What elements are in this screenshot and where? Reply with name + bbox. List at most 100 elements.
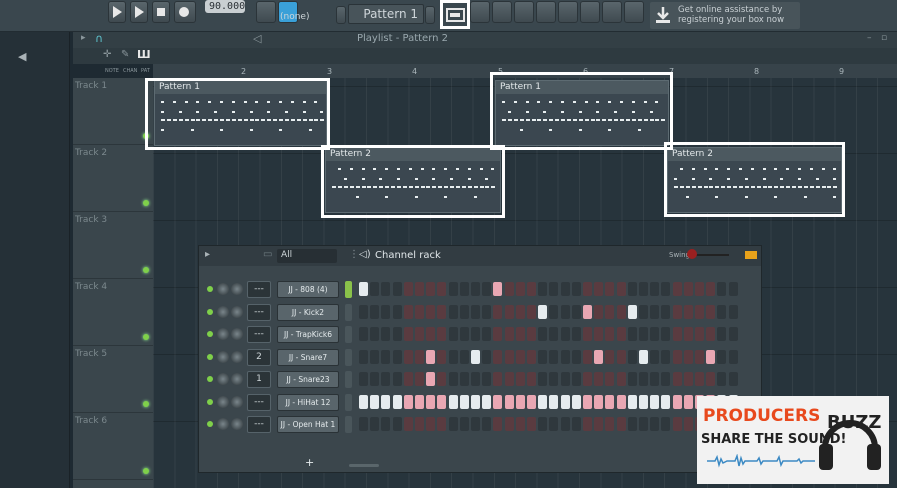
mixer-button[interactable] bbox=[514, 1, 534, 23]
step-button[interactable] bbox=[605, 394, 615, 409]
record-button[interactable] bbox=[174, 1, 196, 23]
step-button[interactable] bbox=[549, 282, 559, 296]
step-button[interactable] bbox=[560, 304, 570, 319]
step-button[interactable] bbox=[515, 349, 525, 364]
minimize-icon[interactable]: – bbox=[867, 33, 872, 43]
step-button[interactable] bbox=[359, 394, 368, 409]
step-button[interactable] bbox=[560, 372, 570, 386]
step-button[interactable] bbox=[515, 394, 525, 409]
step-button[interactable] bbox=[515, 304, 525, 319]
step-button[interactable] bbox=[616, 394, 626, 409]
mixer-track-box[interactable]: --- bbox=[247, 416, 271, 433]
volume-knob[interactable] bbox=[231, 328, 243, 340]
pan-knob[interactable] bbox=[217, 328, 229, 340]
step-button[interactable] bbox=[504, 282, 514, 296]
step-button[interactable] bbox=[728, 327, 738, 341]
step-button[interactable] bbox=[639, 282, 648, 296]
step-button[interactable] bbox=[650, 304, 660, 319]
track-mute-led[interactable] bbox=[143, 468, 149, 474]
step-button[interactable] bbox=[370, 372, 380, 386]
step-button[interactable] bbox=[538, 282, 548, 296]
step-button[interactable] bbox=[661, 417, 671, 431]
step-button[interactable] bbox=[605, 282, 615, 296]
step-button[interactable] bbox=[437, 417, 447, 431]
maximize-icon[interactable]: ▫ bbox=[881, 33, 887, 43]
step-button[interactable] bbox=[415, 349, 424, 364]
step-button[interactable] bbox=[515, 327, 525, 341]
track-mute-led[interactable] bbox=[143, 200, 149, 206]
step-button[interactable] bbox=[392, 372, 402, 386]
step-button[interactable] bbox=[571, 349, 581, 364]
step-button[interactable] bbox=[650, 282, 660, 296]
tempo-display[interactable]: 90.000 bbox=[205, 0, 245, 13]
step-button[interactable] bbox=[728, 372, 738, 386]
step-button[interactable] bbox=[650, 349, 660, 364]
step-button[interactable] bbox=[403, 327, 413, 341]
step-button[interactable] bbox=[504, 349, 514, 364]
pan-knob[interactable] bbox=[217, 395, 229, 408]
step-button[interactable] bbox=[448, 394, 458, 409]
step-button[interactable] bbox=[661, 282, 671, 296]
snap-button[interactable] bbox=[256, 1, 276, 23]
step-button[interactable] bbox=[683, 327, 693, 341]
step-button[interactable] bbox=[504, 372, 514, 386]
step-button[interactable] bbox=[650, 372, 660, 386]
step-button[interactable] bbox=[392, 349, 402, 364]
step-button[interactable] bbox=[717, 282, 727, 296]
step-button[interactable] bbox=[605, 304, 615, 319]
track-header[interactable]: Track 1 bbox=[73, 78, 153, 145]
step-button[interactable] bbox=[571, 417, 581, 431]
scrollbar[interactable] bbox=[349, 464, 379, 467]
channel-name-button[interactable]: JJ - Snare7 bbox=[277, 348, 339, 366]
step-button[interactable] bbox=[493, 327, 503, 341]
step-button[interactable] bbox=[717, 327, 727, 341]
step-button[interactable] bbox=[437, 349, 447, 364]
pan-knob[interactable] bbox=[217, 305, 229, 318]
step-button[interactable] bbox=[459, 282, 469, 296]
step-button[interactable] bbox=[549, 304, 559, 319]
channel-select[interactable] bbox=[345, 281, 352, 298]
channel-row[interactable]: --- JJ - HiHat 12 bbox=[205, 393, 745, 413]
step-button[interactable] bbox=[639, 349, 648, 364]
arrow-right-icon[interactable]: ▸ bbox=[205, 249, 210, 260]
step-button[interactable] bbox=[583, 372, 592, 386]
piano-roll-button[interactable] bbox=[470, 1, 490, 23]
step-button[interactable] bbox=[717, 372, 727, 386]
step-button[interactable] bbox=[459, 349, 469, 364]
step-button[interactable] bbox=[650, 417, 660, 431]
step-button[interactable] bbox=[627, 372, 637, 386]
step-button[interactable] bbox=[426, 327, 436, 341]
channel-mute-led[interactable] bbox=[207, 286, 213, 292]
track-mute-led[interactable] bbox=[143, 267, 149, 273]
step-button[interactable] bbox=[594, 349, 604, 364]
mixer-track-box[interactable]: --- bbox=[247, 326, 271, 343]
step-button[interactable] bbox=[504, 417, 514, 431]
pan-knob[interactable] bbox=[217, 283, 229, 295]
step-button[interactable] bbox=[527, 304, 536, 319]
step-button[interactable] bbox=[605, 349, 615, 364]
step-button[interactable] bbox=[415, 394, 424, 409]
step-button[interactable] bbox=[627, 349, 637, 364]
step-button[interactable] bbox=[661, 349, 671, 364]
step-button[interactable] bbox=[717, 304, 727, 319]
step-button[interactable] bbox=[695, 372, 704, 386]
step-button[interactable] bbox=[403, 349, 413, 364]
volume-knob[interactable] bbox=[231, 283, 243, 295]
step-button[interactable] bbox=[426, 417, 436, 431]
step-button[interactable] bbox=[560, 282, 570, 296]
step-button[interactable] bbox=[527, 372, 536, 386]
step-button[interactable] bbox=[459, 327, 469, 341]
step-button[interactable] bbox=[549, 372, 559, 386]
step-button[interactable] bbox=[359, 417, 368, 431]
channel-row[interactable]: --- JJ - Kick2 bbox=[205, 303, 745, 323]
channel-name-button[interactable]: JJ - Open Hat 1 bbox=[277, 416, 339, 433]
step-button[interactable] bbox=[437, 282, 447, 296]
step-button[interactable] bbox=[459, 372, 469, 386]
step-button[interactable] bbox=[482, 417, 492, 431]
channel-mute-led[interactable] bbox=[207, 398, 213, 405]
step-button[interactable] bbox=[437, 372, 447, 386]
step-button[interactable] bbox=[616, 282, 626, 296]
step-button[interactable] bbox=[538, 394, 548, 409]
step-button[interactable] bbox=[426, 372, 436, 386]
step-button[interactable] bbox=[471, 282, 480, 296]
